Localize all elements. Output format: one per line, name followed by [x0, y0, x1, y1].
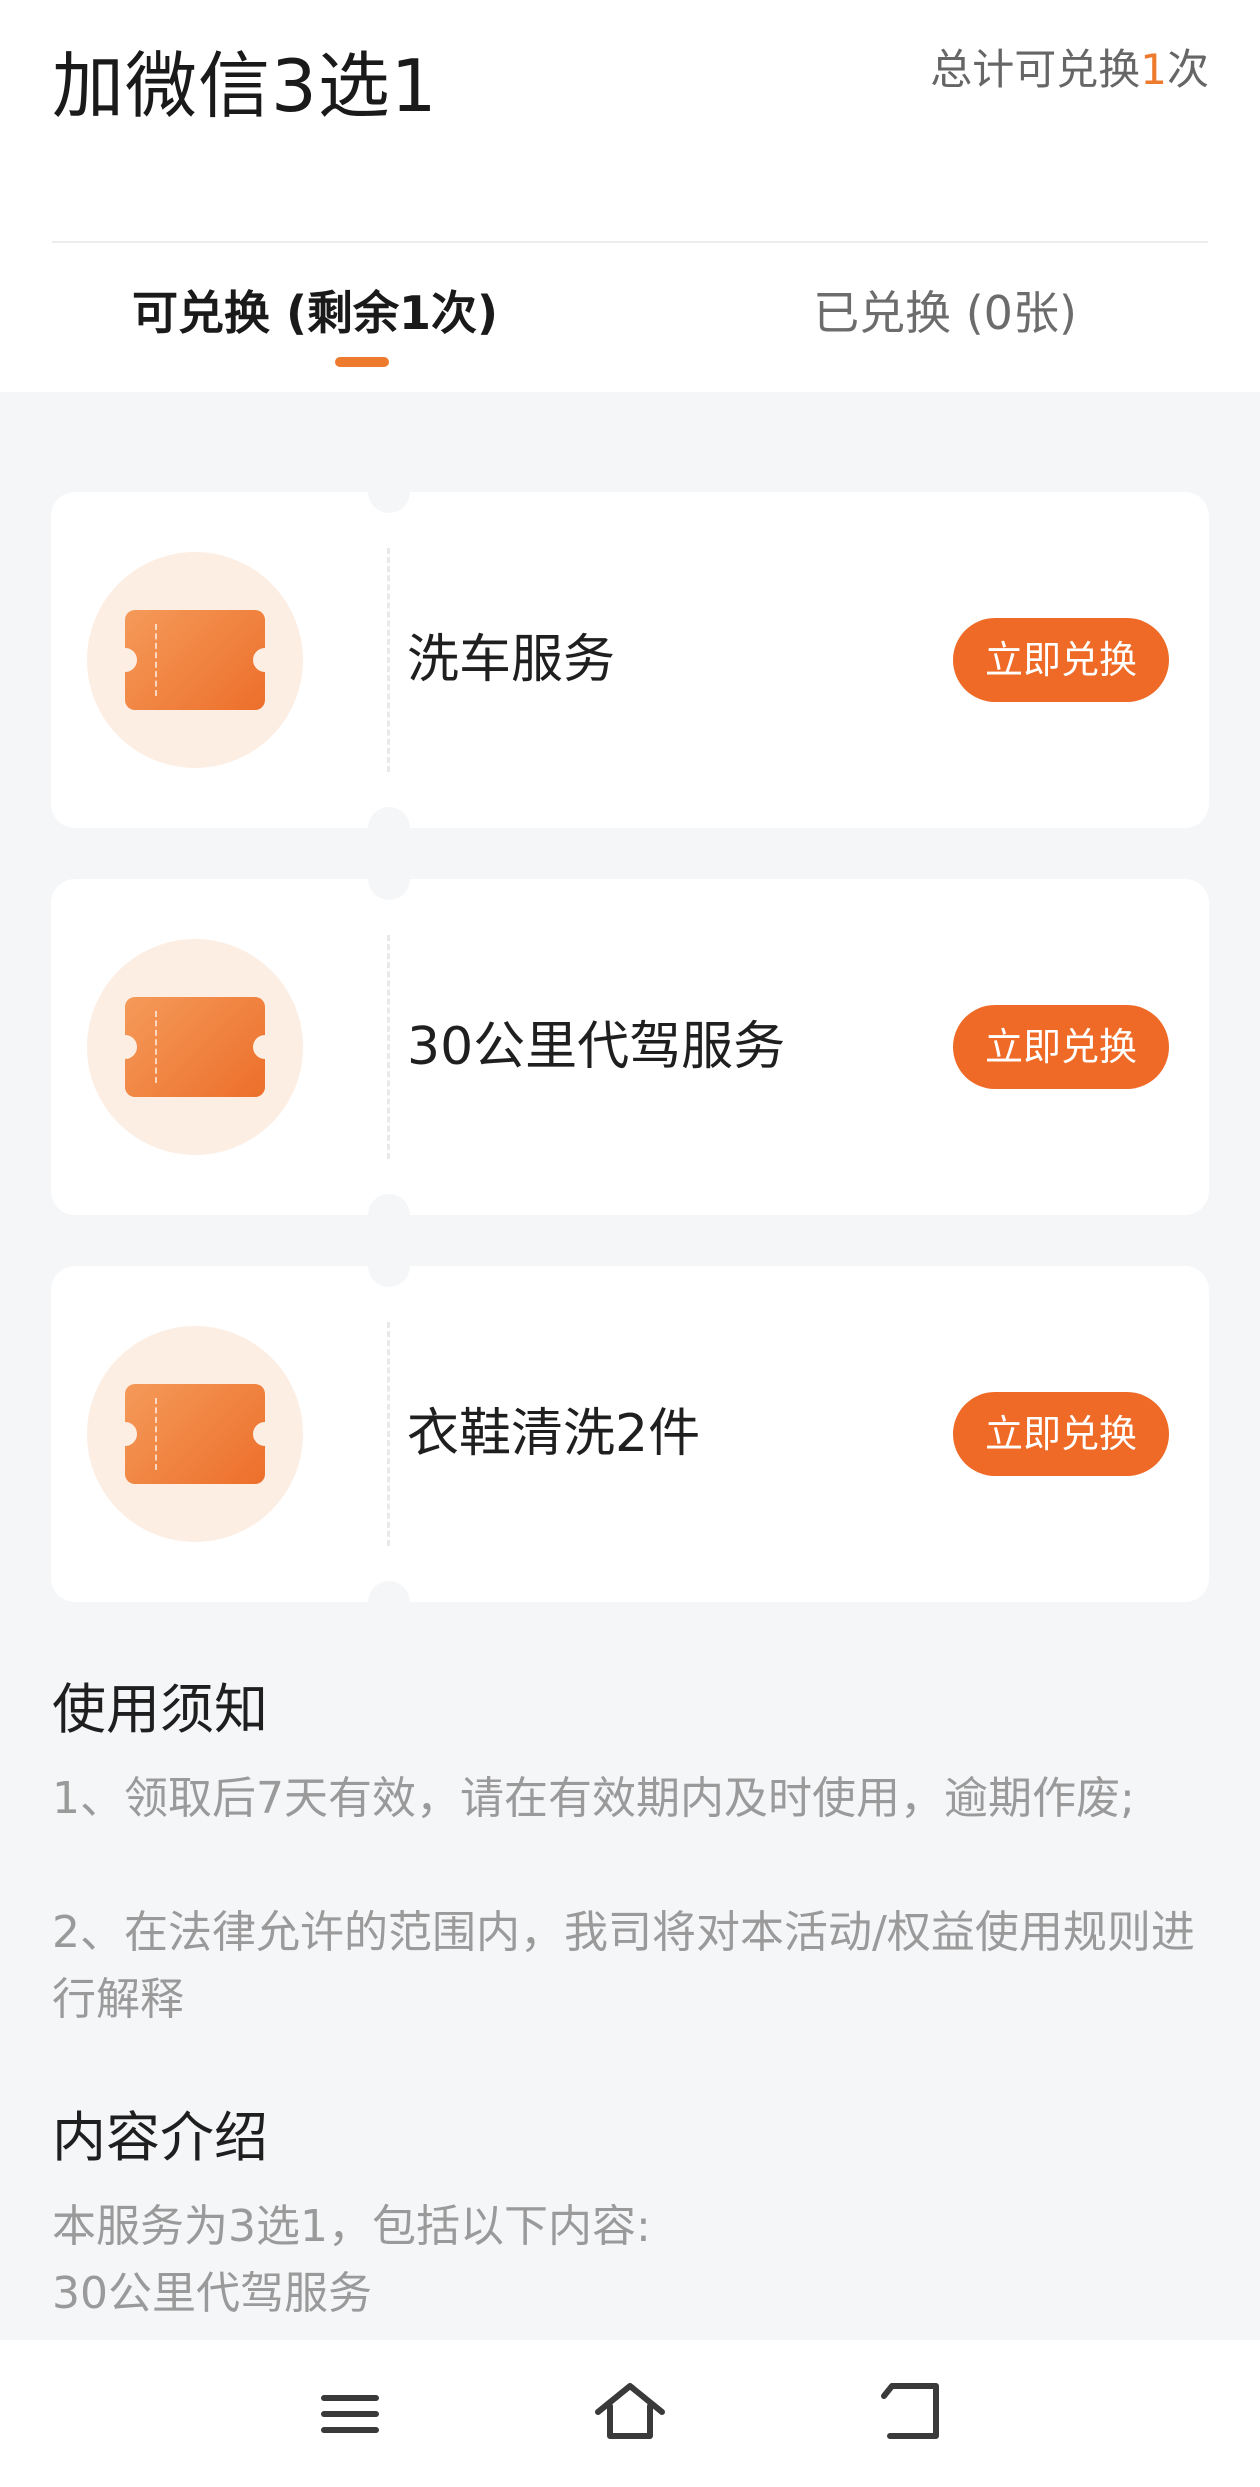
- tab-available[interactable]: 可兑换 (剩余1次): [0, 278, 630, 348]
- voucher-icon-bg: [87, 939, 303, 1155]
- card-divider: [387, 1322, 390, 1546]
- total-count: 1: [1140, 45, 1167, 94]
- usage-notes-title: 使用须知: [52, 1678, 268, 1741]
- card-divider: [387, 935, 390, 1159]
- card-divider: [387, 548, 390, 772]
- voucher-name: 衣鞋清洗2件: [407, 1404, 701, 1464]
- voucher-card: 衣鞋清洗2件 立即兑换: [51, 1245, 1209, 1623]
- system-nav-bar: [0, 2340, 1260, 2487]
- content-intro-line: 30公里代驾服务: [52, 2268, 372, 2319]
- tab-indicator: [335, 357, 389, 367]
- card-notch: [368, 471, 410, 513]
- voucher-card: 洗车服务 立即兑换: [51, 471, 1209, 849]
- page-title: 加微信3选1: [52, 44, 438, 128]
- card-notch: [368, 1581, 410, 1623]
- ticket-icon: [125, 1384, 265, 1484]
- voucher-name: 洗车服务: [407, 630, 616, 690]
- content-intro-title: 内容介绍: [52, 2106, 268, 2169]
- usage-note: 1、领取后7天有效，请在有效期内及时使用，逾期作废;: [52, 1773, 1135, 1824]
- back-icon[interactable]: [860, 2362, 960, 2462]
- card-notch: [368, 1194, 410, 1236]
- voucher-name: 30公里代驾服务: [407, 1017, 786, 1077]
- menu-icon[interactable]: [300, 2362, 400, 2462]
- redeem-button[interactable]: 立即兑换: [953, 1392, 1169, 1476]
- redeem-button[interactable]: 立即兑换: [953, 1005, 1169, 1089]
- header: 加微信3选1 总计可兑换1次 可兑换 (剩余1次) 已兑换 (0张): [0, 0, 1260, 392]
- card-notch: [368, 807, 410, 849]
- voucher-icon-bg: [87, 552, 303, 768]
- usage-note: 2、在法律允许的范围内，我司将对本活动/权益使用规则进行解释: [52, 1907, 1195, 2025]
- card-notch: [368, 858, 410, 900]
- ticket-icon: [125, 610, 265, 710]
- voucher-card: 30公里代驾服务 立即兑换: [51, 858, 1209, 1236]
- content-intro-line: 本服务为3选1，包括以下内容:: [52, 2201, 651, 2252]
- redeem-total: 总计可兑换1次: [930, 40, 1209, 100]
- total-prefix: 总计可兑换: [930, 45, 1141, 94]
- redeem-button[interactable]: 立即兑换: [953, 618, 1169, 702]
- home-icon[interactable]: [580, 2362, 680, 2462]
- ticket-icon: [125, 997, 265, 1097]
- header-divider: [52, 241, 1208, 243]
- card-notch: [368, 1245, 410, 1287]
- voucher-icon-bg: [87, 1326, 303, 1542]
- tab-redeemed[interactable]: 已兑换 (0张): [630, 278, 1260, 348]
- total-suffix: 次: [1166, 45, 1209, 94]
